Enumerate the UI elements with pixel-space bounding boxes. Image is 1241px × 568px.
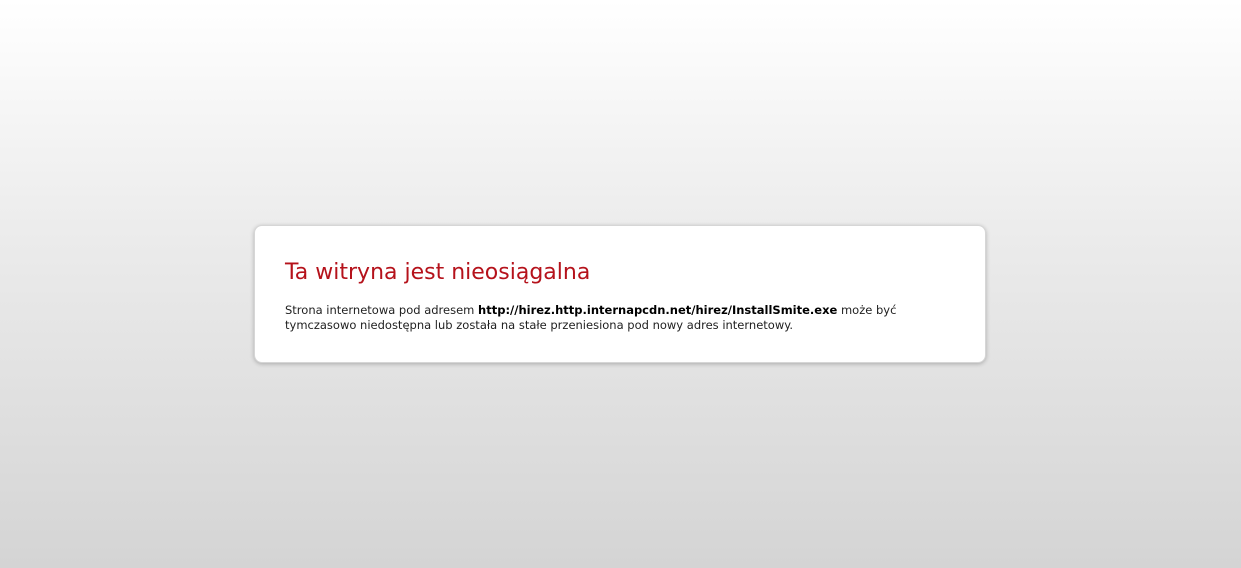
error-message-prefix: Strona internetowa pod adresem: [285, 303, 479, 317]
error-url: http://hirez.http.internapcdn.net/hirez/…: [478, 303, 838, 317]
error-message: Strona internetowa pod adresem http://hi…: [285, 303, 925, 333]
error-dialog: Ta witryna jest nieosiągalna Strona inte…: [254, 225, 986, 363]
error-title: Ta witryna jest nieosiągalna: [285, 260, 591, 285]
